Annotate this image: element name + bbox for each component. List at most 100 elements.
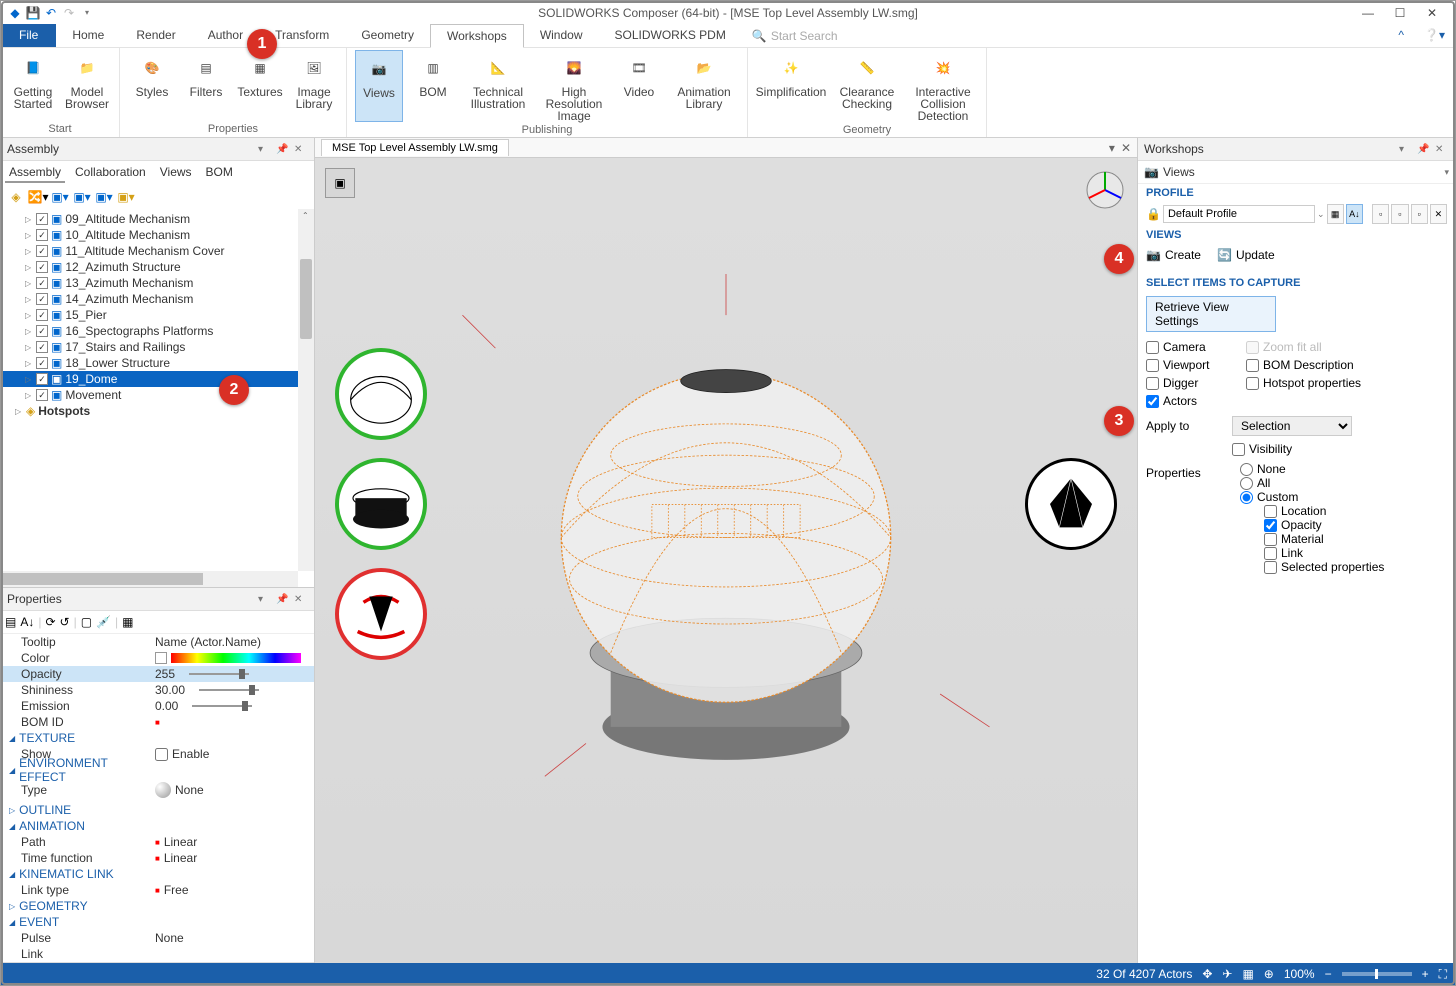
expand-icon[interactable]: ▷	[15, 407, 23, 416]
expand-icon[interactable]: ▷	[25, 391, 33, 400]
update-view-button[interactable]: 🔄Update	[1217, 248, 1275, 262]
visibility-checkbox[interactable]: ✓	[36, 261, 48, 273]
tree-hscrollbar[interactable]	[1, 571, 298, 587]
3d-viewport[interactable]: ▣	[315, 158, 1137, 984]
getting-started-button[interactable]: 📘Getting Started	[9, 50, 57, 121]
hierarchy-icon[interactable]: 🔀▾	[29, 188, 47, 206]
file-menu[interactable]: File	[1, 24, 56, 47]
minimize-button[interactable]: —	[1361, 6, 1375, 20]
tree-row[interactable]: ▷ ✓ ▣ 13_Azimuth Mechanism	[1, 275, 314, 291]
expand-icon[interactable]: ▷	[25, 279, 33, 288]
emission-slider[interactable]	[192, 705, 252, 707]
tab-views[interactable]: Views	[156, 163, 196, 183]
tree-vscrollbar[interactable]: ⌃	[298, 209, 314, 571]
cat-icon[interactable]: ▤	[5, 615, 16, 629]
visibility-checkbox[interactable]: ✓	[36, 245, 48, 257]
simplification-button[interactable]: ✨Simplification	[756, 50, 826, 122]
high-res-image-button[interactable]: 🌄High Resolution Image	[539, 50, 609, 122]
status-plane-icon[interactable]: ✈	[1222, 967, 1232, 981]
visibility-checkbox[interactable]: ✓	[36, 229, 48, 241]
refresh-icon[interactable]: ⟳	[45, 615, 55, 629]
cube4-icon[interactable]: ▣▾	[117, 188, 135, 206]
filters-button[interactable]: ▤Filters	[182, 50, 230, 121]
tree-row[interactable]: ▷ ✓ ▣ 17_Stairs and Railings	[1, 339, 314, 355]
tree-icon[interactable]: ◈	[7, 188, 25, 206]
tree-row[interactable]: ▷ ✓ ▣ 15_Pier	[1, 307, 314, 323]
opacity-slider[interactable]	[189, 673, 249, 675]
menu-home[interactable]: Home	[56, 24, 120, 47]
view-thumb-structure[interactable]	[1025, 458, 1117, 550]
tree-row[interactable]: ▷ ✓ ▣ Movement	[1, 387, 314, 403]
visibility-checkbox[interactable]: ✓	[36, 389, 48, 401]
views-button[interactable]: 📷Views	[355, 50, 403, 122]
expand-icon[interactable]: ▷	[25, 375, 33, 384]
profile-delete-icon[interactable]: ✕	[1430, 204, 1447, 224]
expand-icon[interactable]: ▷	[25, 247, 33, 256]
expand-icon[interactable]: ▷	[25, 359, 33, 368]
menu-pdm[interactable]: SOLIDWORKS PDM	[599, 24, 742, 47]
tab-collaboration[interactable]: Collaboration	[71, 163, 150, 183]
color-spectrum[interactable]	[171, 653, 301, 663]
cube2-icon[interactable]: ▣▾	[73, 188, 91, 206]
status-zoom[interactable]: 100%	[1284, 967, 1315, 981]
location-checkbox[interactable]: Location	[1240, 504, 1447, 518]
technical-illustration-button[interactable]: 📐Technical Illustration	[463, 50, 533, 122]
profile-new-icon[interactable]: ▫	[1372, 204, 1389, 224]
profile-input[interactable]	[1163, 205, 1315, 223]
panel-options-icon[interactable]: ▾	[258, 144, 272, 155]
shininess-slider[interactable]	[199, 689, 259, 691]
zoomfit-checkbox[interactable]: Zoom fit all	[1246, 340, 1447, 354]
visibility-checkbox[interactable]: ✓	[36, 309, 48, 321]
panel-pin-icon[interactable]: 📌	[276, 144, 290, 155]
visibility-checkbox[interactable]: ✓	[36, 325, 48, 337]
visibility-checkbox[interactable]: ✓	[36, 293, 48, 305]
actors-checkbox[interactable]: Actors	[1146, 394, 1236, 408]
props-options-icon[interactable]: ▾	[258, 594, 272, 605]
opacity-checkbox[interactable]: Opacity	[1240, 518, 1447, 532]
ws-pin-icon[interactable]: 📌	[1417, 144, 1431, 155]
props-close-icon[interactable]: ✕	[294, 594, 308, 605]
styles-button[interactable]: 🎨Styles	[128, 50, 176, 121]
menu-window[interactable]: Window	[524, 24, 599, 47]
grid-icon[interactable]: ▦	[122, 615, 133, 629]
image-library-button[interactable]: 🖼Image Library	[290, 50, 338, 121]
radio-all[interactable]: All	[1240, 476, 1447, 490]
save-icon[interactable]: 💾	[25, 5, 41, 21]
sync-icon[interactable]: ↺	[60, 615, 70, 629]
profile-save-icon[interactable]: ▫	[1411, 204, 1428, 224]
bom-button[interactable]: ▥BOM	[409, 50, 457, 122]
expand-icon[interactable]: ▷	[25, 311, 33, 320]
az-icon[interactable]: A↓	[20, 615, 34, 629]
hotspots-label[interactable]: Hotspots	[38, 404, 90, 418]
doc-dropdown-icon[interactable]: ▾	[1109, 141, 1115, 155]
status-fit-icon[interactable]: ⛶	[1439, 967, 1447, 982]
expand-icon[interactable]: ▷	[25, 215, 33, 224]
tab-bom[interactable]: BOM	[202, 163, 237, 183]
retrieve-button[interactable]: Retrieve View Settings	[1146, 296, 1276, 332]
visibility-checkbox[interactable]: ✓	[36, 373, 48, 385]
ws-close-icon[interactable]: ✕	[1435, 144, 1449, 155]
props-pin-icon[interactable]: 📌	[276, 594, 290, 605]
visibility-checkbox[interactable]: ✓	[36, 213, 48, 225]
radio-none[interactable]: None	[1240, 462, 1447, 476]
profile-dropdown-icon[interactable]: ⌄	[1317, 209, 1325, 220]
view-thumb-rotate[interactable]	[335, 568, 427, 660]
status-zoomin-icon[interactable]: +	[1422, 967, 1429, 981]
bomdesc-checkbox[interactable]: BOM Description	[1246, 358, 1447, 372]
viewport-checkbox[interactable]: Viewport	[1146, 358, 1236, 372]
digger-checkbox[interactable]: Digger	[1146, 376, 1236, 390]
selprops-checkbox[interactable]: Selected properties	[1240, 560, 1447, 574]
doc-close-icon[interactable]: ✕	[1121, 141, 1131, 155]
tree-row[interactable]: ▷ ✓ ▣ 10_Altitude Mechanism	[1, 227, 314, 243]
animation-library-button[interactable]: 📂Animation Library	[669, 50, 739, 122]
tree-row[interactable]: ▷ ✓ ▣ 12_Azimuth Structure	[1, 259, 314, 275]
viewport-tool-icon[interactable]: ▣	[325, 168, 355, 198]
tree-row[interactable]: ▷ ✓ ▣ 09_Altitude Mechanism	[1, 211, 314, 227]
clearance-checking-button[interactable]: 📏Clearance Checking	[832, 50, 902, 122]
panel-close-icon[interactable]: ✕	[294, 144, 308, 155]
eyedrop-icon[interactable]: 💉	[96, 615, 111, 629]
expand-icon[interactable]: ▷	[25, 343, 33, 352]
visibility-checkbox[interactable]: Visibility	[1232, 442, 1447, 456]
camera-checkbox[interactable]: Camera	[1146, 340, 1236, 354]
assembly-tree[interactable]: ▷ ✓ ▣ 09_Altitude Mechanism▷ ✓ ▣ 10_Alti…	[1, 209, 314, 587]
